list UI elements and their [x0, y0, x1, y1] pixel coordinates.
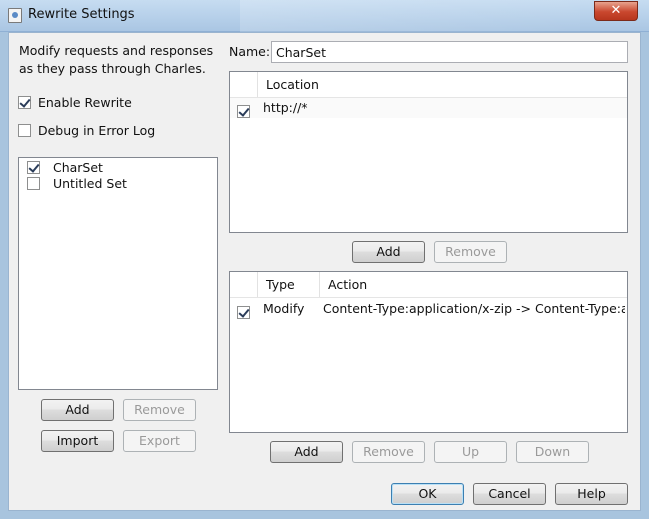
name-label: Name:	[229, 44, 271, 59]
help-button[interactable]: Help	[555, 483, 628, 505]
window-title: Rewrite Settings	[28, 7, 135, 22]
debug-log-label: Debug in Error Log	[37, 123, 156, 138]
enable-rewrite-checkbox[interactable]: Enable Rewrite	[18, 94, 132, 110]
debug-log-checkbox[interactable]: Debug in Error Log	[18, 122, 155, 138]
location-remove-button[interactable]: Remove	[434, 241, 507, 263]
rule-down-button[interactable]: Down	[516, 441, 589, 463]
set-add-button[interactable]: Add	[41, 399, 114, 421]
enable-rewrite-check[interactable]	[18, 96, 31, 109]
table-row[interactable]: Modify Content-Type:application/x-zip ->…	[230, 299, 627, 319]
intro-text-line2: as they pass through Charles.	[19, 61, 206, 76]
background-window-hint	[240, 0, 580, 32]
sets-list[interactable]: CharSet Untitled Set	[18, 157, 218, 390]
rule-action: Content-Type:application/x-zip -> Conten…	[323, 301, 625, 316]
location-column-header[interactable]: Location	[258, 72, 627, 98]
set-item-check[interactable]	[27, 177, 40, 190]
title-bar: Rewrite Settings ✕	[0, 0, 649, 32]
name-input[interactable]	[271, 41, 628, 63]
rule-type: Modify	[263, 301, 305, 316]
enable-rewrite-label: Enable Rewrite	[37, 95, 132, 110]
intro-text-line1: Modify requests and responses	[19, 43, 214, 58]
location-enabled-check[interactable]	[237, 105, 250, 118]
set-remove-button[interactable]: Remove	[123, 399, 196, 421]
location-table: Location http://*	[229, 71, 628, 233]
close-icon: ✕	[610, 3, 622, 18]
set-item-check[interactable]	[27, 161, 40, 174]
action-column-header[interactable]: Action	[320, 272, 627, 298]
export-button[interactable]: Export	[123, 430, 196, 452]
rules-table: Type Action Modify Content-Type:applicat…	[229, 271, 628, 433]
ok-button[interactable]: OK	[391, 483, 464, 505]
type-column-header[interactable]: Type	[258, 272, 320, 298]
set-item-label: CharSet	[52, 160, 103, 175]
set-item-charset[interactable]: CharSet	[27, 159, 103, 175]
debug-log-check[interactable]	[18, 124, 31, 137]
table-row[interactable]: http://*	[230, 98, 627, 118]
header-divider	[230, 297, 627, 298]
close-button[interactable]: ✕	[594, 1, 638, 21]
cancel-button[interactable]: Cancel	[473, 483, 546, 505]
location-add-button[interactable]: Add	[352, 241, 425, 263]
location-value: http://*	[263, 100, 308, 115]
rule-add-button[interactable]: Add	[270, 441, 343, 463]
dialog-body: Modify requests and responses as they pa…	[8, 32, 641, 511]
import-button[interactable]: Import	[41, 430, 114, 452]
set-item-label: Untitled Set	[52, 176, 127, 191]
rule-remove-button[interactable]: Remove	[352, 441, 425, 463]
rule-up-button[interactable]: Up	[434, 441, 507, 463]
app-icon	[8, 8, 22, 23]
rule-enabled-check[interactable]	[237, 306, 250, 319]
set-item-untitled[interactable]: Untitled Set	[27, 175, 127, 191]
